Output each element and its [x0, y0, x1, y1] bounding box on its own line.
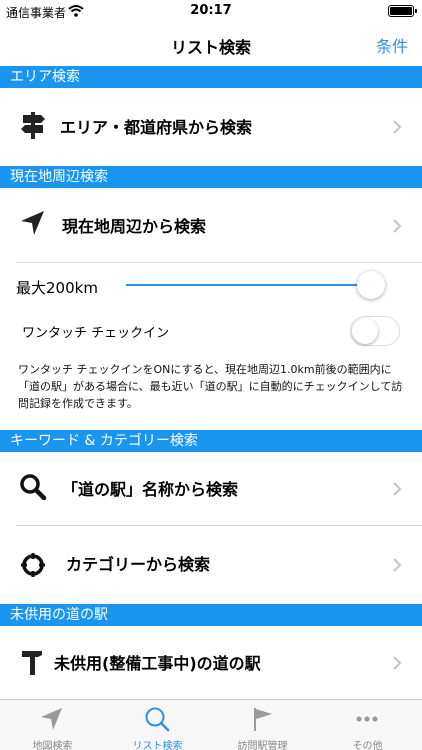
- checkin-description: ワンタッチ チェックインをONにすると、現在地周辺1.0km前後の範囲内に「道の…: [18, 363, 403, 410]
- category-search-label: カテゴリーから検索: [66, 555, 211, 574]
- navigation-bar: リスト検索 条件: [0, 24, 422, 66]
- checkin-toggle[interactable]: [350, 316, 400, 346]
- status-bar: 通信事業者 20:17: [0, 0, 422, 24]
- checkin-label: ワンタッチ チェックイン: [22, 326, 170, 341]
- chevron-right-icon: [393, 558, 402, 572]
- tab-label: 訪問駅管理: [237, 741, 288, 750]
- nearby-search-label: 現在地周辺から検索: [62, 217, 207, 236]
- tab-label: その他: [352, 741, 383, 750]
- section-header-nearby: 現在地周辺検索: [0, 166, 422, 188]
- section-header-unopened: 未供用の道の駅: [0, 604, 422, 626]
- signpost-icon: [21, 112, 45, 139]
- hammer-icon: [22, 651, 42, 675]
- section-header-area: エリア検索: [0, 66, 422, 88]
- location-arrow-icon: [41, 708, 62, 730]
- name-search-label: 「道の駅」名称から検索: [62, 480, 239, 499]
- distance-slider-track[interactable]: [126, 284, 372, 286]
- search-icon: [145, 707, 170, 732]
- filter-button[interactable]: 条件: [376, 33, 408, 57]
- max-distance-label: 最大200km: [16, 279, 98, 297]
- battery-icon: [388, 5, 417, 17]
- chevron-right-icon: [393, 482, 402, 496]
- tab-bar: 地図検索 リスト検索 訪問駅管理 その他: [0, 699, 422, 750]
- unopened-stations-row[interactable]: 未供用(整備工事中)の道の駅: [0, 626, 422, 698]
- divider: [16, 262, 422, 263]
- crosshair-icon: [21, 553, 45, 577]
- area-search-row[interactable]: エリア・都道府県から検索: [0, 88, 422, 162]
- name-search-row[interactable]: 「道の駅」名称から検索: [0, 452, 422, 524]
- chevron-right-icon: [393, 120, 402, 134]
- chevron-right-icon: [393, 219, 402, 233]
- search-icon: [20, 474, 47, 501]
- flag-icon: [254, 708, 272, 731]
- tab-map-search[interactable]: 地図検索: [0, 700, 105, 750]
- category-search-row[interactable]: カテゴリーから検索: [0, 526, 422, 602]
- tab-list-search[interactable]: リスト検索: [105, 700, 210, 750]
- section-header-keyword: キーワード & カテゴリー検索: [0, 430, 422, 452]
- toggle-knob: [352, 318, 378, 344]
- tab-label: リスト検索: [132, 741, 183, 750]
- unopened-stations-label: 未供用(整備工事中)の道の駅: [54, 654, 261, 673]
- more-icon: [356, 716, 378, 722]
- clock: 20:17: [190, 3, 232, 18]
- nearby-search-row[interactable]: 現在地周辺から検索: [0, 188, 422, 262]
- tab-visit-management[interactable]: 訪問駅管理: [210, 700, 315, 750]
- page-title: リスト検索: [170, 38, 251, 57]
- distance-slider-thumb[interactable]: [357, 271, 385, 299]
- location-arrow-icon: [21, 211, 44, 235]
- area-search-label: エリア・都道府県から検索: [60, 118, 253, 137]
- chevron-right-icon: [393, 656, 402, 670]
- tab-more[interactable]: その他: [315, 700, 420, 750]
- tab-label: 地図検索: [32, 741, 73, 750]
